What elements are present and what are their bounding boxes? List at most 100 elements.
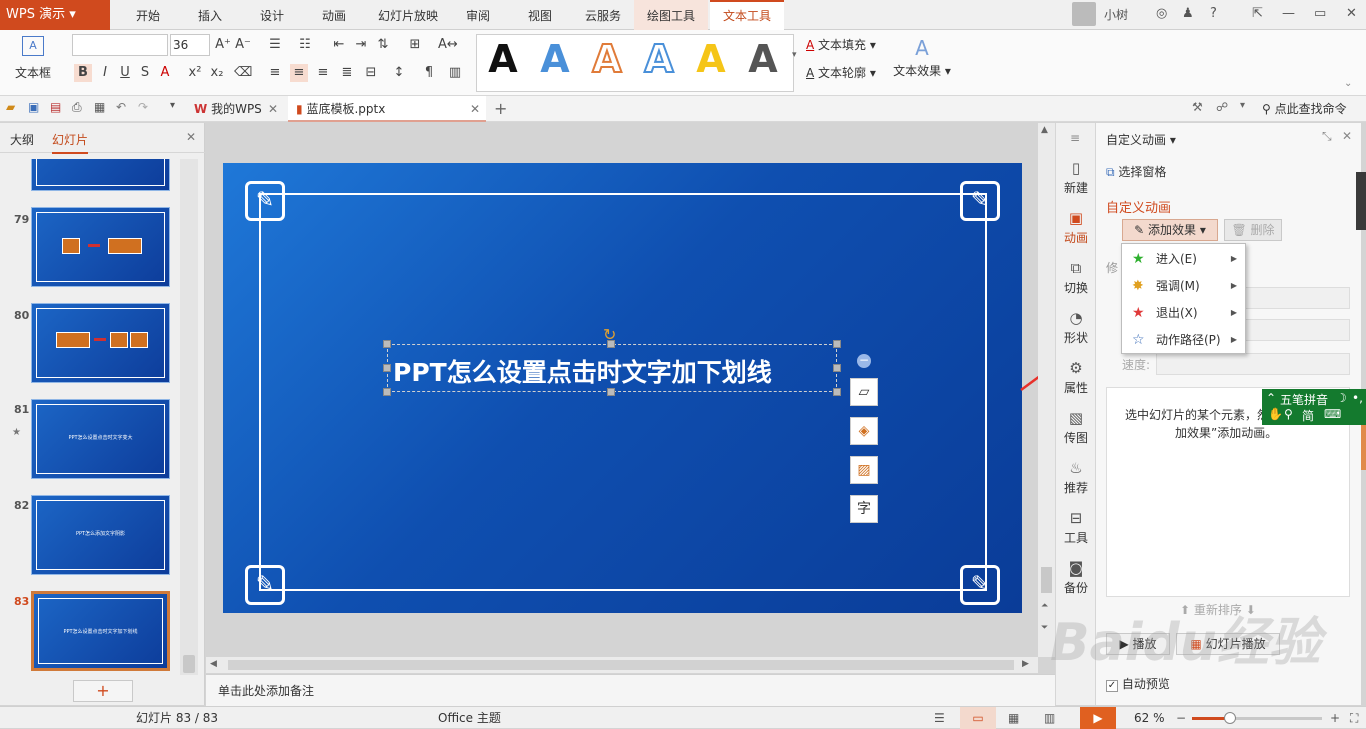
close-icon[interactable]: ✕ <box>1346 6 1357 21</box>
zoom-level[interactable]: 62 % <box>1134 707 1165 729</box>
print-icon[interactable]: ⎙ <box>72 100 82 115</box>
redo-icon[interactable]: ↷ <box>138 100 148 114</box>
sorter-view-icon[interactable]: ▦ <box>1008 707 1019 729</box>
superscript-icon[interactable]: x² <box>186 64 204 82</box>
slide-thumbnail[interactable]: PPT怎么添加文字阴影 <box>31 495 170 575</box>
scroll-thumb[interactable] <box>183 655 195 673</box>
help-icon[interactable]: ? <box>1210 6 1217 21</box>
slide-thumbnail[interactable]: PPT怎么设置点击时文字变大 <box>31 399 170 479</box>
tab-outline[interactable]: 大纲 <box>10 131 34 148</box>
numbered-list-icon[interactable]: ☷ <box>296 36 314 54</box>
clear-format-icon[interactable]: ⌫ <box>234 64 252 82</box>
underline-icon[interactable]: U <box>116 64 134 82</box>
pin-icon[interactable]: ☍ <box>1216 100 1228 114</box>
zoom-slider[interactable] <box>1192 712 1322 724</box>
slide[interactable]: ✎ ✎ ✎ ✎ ↻ PPT怎么设置点击时文字加下划线 − ▱ ◈ ▨ 字 <box>223 163 1022 613</box>
avatar[interactable] <box>1072 2 1096 26</box>
tab-start[interactable]: 开始 <box>122 0 174 30</box>
font-color-icon[interactable]: A <box>156 64 174 82</box>
thumbnail-scrollbar[interactable] <box>180 159 198 675</box>
hand-icon[interactable]: ✋ <box>1268 407 1283 421</box>
bullet-list-icon[interactable]: ☰ <box>266 36 284 54</box>
zoom-in-icon[interactable]: + <box>1330 707 1340 729</box>
notes-area[interactable]: 单击此处添加备注 <box>206 674 1055 706</box>
slide-thumbnail[interactable] <box>31 159 170 191</box>
slide-thumbnail-selected[interactable]: PPT怎么设置点击时文字加下划线 <box>31 591 170 671</box>
tab-slides[interactable]: 幻灯片 <box>52 131 89 154</box>
line-style-icon[interactable]: ▨ <box>850 456 878 484</box>
resize-handle[interactable] <box>383 388 391 396</box>
slideshow-play-icon[interactable]: ▶ <box>1080 707 1116 729</box>
tab-design[interactable]: 设计 <box>246 0 298 30</box>
customize-icon[interactable]: ▾ <box>170 100 175 111</box>
side-backup[interactable]: ◙ 备份 <box>1056 559 1096 596</box>
text-format-icon[interactable]: 字 <box>850 495 878 523</box>
delete-button[interactable]: 🗑 删除 <box>1224 219 1282 241</box>
tab-insert[interactable]: 插入 <box>184 0 236 30</box>
notes-toggle-icon[interactable]: ☰ <box>934 707 945 729</box>
canvas-horizontal-scrollbar[interactable]: ◀ ▶ <box>206 657 1038 673</box>
side-upload-image[interactable]: ▧ 传图 <box>1056 409 1096 446</box>
side-transition[interactable]: ⧉ 切换 <box>1056 259 1096 296</box>
scroll-right-icon[interactable]: ▶ <box>1022 659 1029 669</box>
char-spacing-icon[interactable]: A↔ <box>438 36 458 54</box>
justify-icon[interactable]: ≣ <box>338 64 356 82</box>
resize-handle[interactable] <box>833 388 841 396</box>
resize-handle[interactable] <box>383 340 391 348</box>
ime-search-icon[interactable]: ⚲ <box>1284 407 1293 421</box>
shape-outline-icon[interactable]: ▱ <box>850 378 878 406</box>
slide-thumbnail[interactable] <box>31 303 170 383</box>
scroll-left-icon[interactable]: ◀ <box>210 659 217 669</box>
resize-handle[interactable] <box>383 364 391 372</box>
style-a-gray[interactable]: A <box>741 37 785 81</box>
menu-item-exit[interactable]: ★ 退出(X) ▶ <box>1122 300 1245 326</box>
resize-handle[interactable] <box>833 340 841 348</box>
increase-indent-icon[interactable]: ⇥ <box>352 36 370 54</box>
close-tab-icon[interactable]: ✕ <box>268 96 278 122</box>
style-a-orange[interactable]: A <box>585 36 629 82</box>
side-tools[interactable]: ⊟ 工具 <box>1056 509 1096 546</box>
tab-view[interactable]: 视图 <box>514 0 566 30</box>
side-shape[interactable]: ◔ 形状 <box>1056 309 1096 346</box>
italic-icon[interactable]: I <box>96 64 114 82</box>
close-panel-icon[interactable]: ✕ <box>186 130 196 144</box>
scroll-up-icon[interactable]: ▲ <box>1041 125 1048 135</box>
pane-title-dropdown[interactable]: 自定义动画 ▾ <box>1106 131 1176 148</box>
align-right-icon[interactable]: ≡ <box>314 64 332 82</box>
style-a-yellow[interactable]: A <box>689 37 733 81</box>
subscript-icon[interactable]: x₂ <box>208 64 226 82</box>
text-align-icon[interactable]: ⊞ <box>406 36 424 54</box>
menu-item-emphasis[interactable]: ✸ 强调(M) ▶ <box>1122 273 1245 299</box>
font-family-select[interactable] <box>72 34 168 56</box>
print-preview-icon[interactable]: ▦ <box>94 100 105 114</box>
tab-document[interactable]: ▮ 蓝底模板.pptx ✕ <box>288 96 486 122</box>
side-animation[interactable]: ▣ 动画 <box>1056 209 1096 246</box>
new-tab-icon[interactable]: + <box>494 99 507 118</box>
bold-icon[interactable]: B <box>74 64 92 82</box>
shirt-icon[interactable]: ♟ <box>1182 6 1194 21</box>
close-pane-icon[interactable]: ✕ <box>1342 129 1352 143</box>
close-tab-icon[interactable]: ✕ <box>470 96 480 122</box>
skin-icon[interactable]: ◎ <box>1156 6 1167 21</box>
ime-expand-icon[interactable]: ⌃ <box>1266 391 1276 405</box>
tab-review[interactable]: 审阅 <box>456 0 500 30</box>
speed-select[interactable] <box>1156 353 1350 375</box>
command-search[interactable]: ⚲ 点此查找命令 <box>1262 96 1347 122</box>
export-pdf-icon[interactable]: ▤ <box>50 100 61 114</box>
gallery-more-icon[interactable]: ▾ <box>792 50 797 60</box>
zoom-out-icon[interactable]: − <box>1176 707 1186 729</box>
ribbon-expand-icon[interactable]: ⌄ <box>1344 78 1352 89</box>
ime-toolbar[interactable]: ⌃ 五笔拼音 ☽ •, ✋ ⚲ 简 ⌨ <box>1262 389 1366 425</box>
pane-resize-icon[interactable]: ⤡ <box>1322 129 1332 144</box>
next-slide-icon[interactable]: ⏷ <box>1041 623 1048 633</box>
menu-item-entrance[interactable]: ★ 进入(E) ▶ <box>1122 246 1245 272</box>
undo-icon[interactable]: ↶ <box>116 100 126 114</box>
style-a-blue[interactable]: A <box>533 37 577 81</box>
punctuation-icon[interactable]: •, <box>1352 391 1363 405</box>
side-tab-indicator[interactable] <box>1361 420 1366 470</box>
align-left-icon[interactable]: ≡ <box>266 64 284 82</box>
prev-slide-icon[interactable]: ⏶ <box>1041 601 1048 611</box>
font-size-select[interactable]: 36 <box>170 34 210 56</box>
keyboard-icon[interactable]: ⌨ <box>1324 407 1341 421</box>
ime-mode[interactable]: 简 <box>1302 407 1314 424</box>
